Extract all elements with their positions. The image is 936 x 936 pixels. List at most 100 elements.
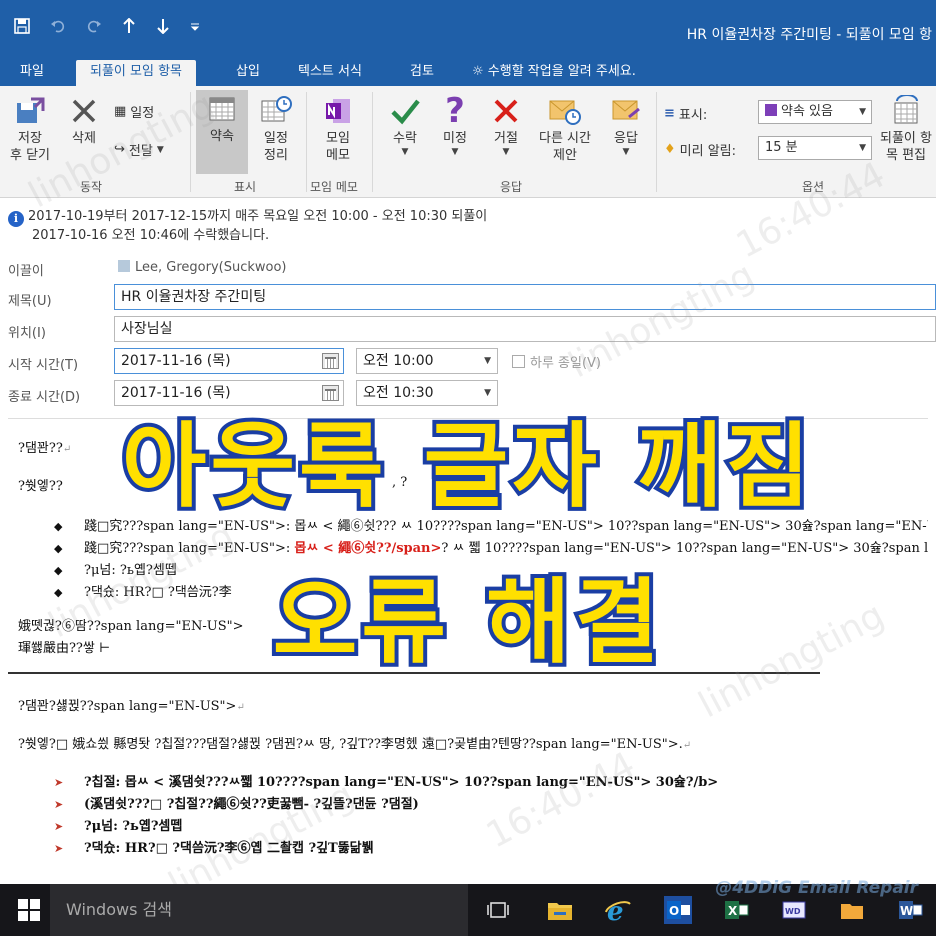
tentative-button[interactable]: ? 미정 ▼ — [432, 92, 478, 157]
svg-text:X: X — [728, 904, 738, 918]
group-divider — [190, 92, 191, 192]
start-time-select[interactable]: 오전 10:00 ▼ — [356, 348, 498, 374]
edit-recurrence-button[interactable]: 되풀이 항 목 편집 — [876, 92, 936, 164]
file-explorer-icon[interactable] — [546, 896, 574, 924]
onenote-icon — [312, 92, 364, 130]
chevron-down-icon: ▼ — [156, 144, 164, 155]
app-icon[interactable]: WD — [780, 896, 808, 924]
show-as-icon: ≡ — [664, 106, 675, 121]
chevron-down-icon: ▼ — [859, 143, 866, 153]
chevron-down-icon: ▼ — [502, 147, 510, 157]
excel-icon[interactable]: X — [722, 896, 750, 924]
tab-review[interactable]: 검토 — [410, 60, 434, 86]
group-divider — [656, 92, 657, 192]
list-item: ➤ ?μ넘: ?ь옙?셈뗍 — [54, 819, 183, 834]
accept-button[interactable]: 수락 ▼ — [380, 92, 430, 157]
start-time-label: 시작 시간(T) — [8, 358, 79, 373]
arrow-up-icon[interactable] — [122, 18, 136, 34]
brand-watermark: @4DDiG Email Repair — [715, 878, 918, 898]
body-line: ?쒓엫?□ 娥쇼씠 縣명돳 ?칩절???댐절?섏뀑 ?댐꿘?ㅆ 땅, ?깊T??… — [18, 737, 692, 752]
lightbulb-icon: ☼ — [472, 64, 484, 79]
group-label-respond: 응답 — [500, 180, 523, 194]
end-date-field[interactable]: 2017-11-16 (목) — [114, 380, 344, 406]
checkbox-box — [512, 355, 525, 368]
word-icon[interactable]: W — [896, 896, 924, 924]
reminder-label: ♦ 미리 알림: — [664, 142, 737, 159]
window-title: HR 이율권차장 주간미팅 - 되풀이 모임 항 — [686, 27, 932, 43]
group-divider — [372, 92, 373, 192]
all-day-checkbox[interactable]: 하루 종일(V) — [512, 352, 601, 371]
tab-recurring-meeting[interactable]: 되풀이 모임 항목 — [76, 60, 196, 86]
taskbar-search-box[interactable]: Windows 검색 — [50, 884, 468, 936]
forward-icon: ↪ — [114, 142, 125, 157]
chevron-down-icon: ▼ — [451, 147, 459, 157]
ribbon-tab-bar: 파일 되풀이 모임 항목 삽입 텍스트 서식 검토 ☼ 수행할 작업을 알려 주… — [0, 56, 936, 86]
organizer-value: Lee, Gregory(Suckwoo) — [118, 260, 287, 275]
info-bar: i 2017-10-19부터 2017-12-15까지 매주 목요일 오전 10:… — [8, 208, 487, 244]
title-bar: HR 이율권차장 주간미팅 - 되풀이 모임 항 — [0, 0, 936, 60]
body-line: ?댐꽌?섏뀑??span lang="EN-US">↵ — [18, 699, 245, 714]
undo-icon[interactable] — [50, 18, 66, 34]
end-time-label: 종료 시간(D) — [8, 390, 81, 405]
show-as-dropdown[interactable]: 약속 있음 ▼ — [758, 100, 872, 124]
internet-explorer-icon[interactable]: e — [604, 896, 632, 927]
svg-text:WD: WD — [785, 907, 801, 916]
info-icon: i — [8, 211, 24, 227]
save-icon[interactable] — [14, 18, 30, 34]
reminder-dropdown[interactable]: 15 분 ▼ — [758, 136, 872, 160]
headline-line-2: 오류 해결 — [269, 565, 664, 680]
recurrence-icon — [876, 92, 936, 130]
calendar-small-icon: ▦ — [114, 104, 127, 119]
windows-start-icon[interactable] — [18, 899, 40, 921]
appointment-button[interactable]: 약속 — [196, 90, 248, 174]
checkmark-icon — [380, 92, 430, 130]
group-label-actions: 동작 — [80, 180, 103, 194]
tab-insert[interactable]: 삽입 — [236, 60, 260, 86]
tab-file[interactable]: 파일 — [20, 60, 44, 86]
svg-text:O: O — [669, 904, 679, 918]
outlook-icon[interactable]: O — [664, 896, 692, 924]
delete-button[interactable]: 삭제 — [60, 92, 108, 147]
subject-field[interactable]: HR 이율권차장 주간미팅 — [114, 284, 936, 310]
question-mark-icon: ? — [445, 91, 465, 131]
arrow-down-icon[interactable] — [156, 18, 170, 34]
chevron-down-icon: ▼ — [484, 356, 491, 366]
calendar-picker-icon[interactable] — [322, 353, 339, 369]
organizer-label: 이끌이 — [8, 264, 44, 279]
schedule-button[interactable]: ▦ 일정 — [114, 102, 154, 121]
respond-button[interactable]: 응답 ▼ — [602, 92, 650, 157]
chevron-down-icon: ▼ — [484, 388, 491, 398]
tab-format-text[interactable]: 텍스트 서식 — [298, 60, 362, 86]
location-label: 위치(I) — [8, 326, 46, 341]
scheduling-icon — [252, 92, 300, 130]
save-close-icon — [4, 92, 56, 130]
calendar-picker-icon[interactable] — [322, 385, 339, 401]
ribbon: 저장 후 닫기 삭제 ▦ 일정 ↪ 전달 ▼ 동작 약속 일정 정리 표시 모임… — [0, 86, 936, 198]
meeting-notes-button[interactable]: 모임 메모 — [312, 92, 364, 164]
scheduling-button[interactable]: 일정 정리 — [252, 92, 300, 164]
list-item: ➤ ?댁슜: HR?□ ?댁씀沅?李⑥옙 二촬캡 ?깊T뚫닮뷁 — [54, 841, 374, 856]
location-field[interactable]: 사장님실 — [114, 316, 936, 342]
group-label-meeting-notes: 모임 메모 — [310, 180, 358, 194]
folder-app-icon[interactable] — [838, 896, 866, 924]
forward-button[interactable]: ↪ 전달 ▼ — [114, 140, 164, 159]
list-item: ➤ ?칩절: 몹ㅆ < 溪댐쉿???ㅆ쩳 10????span lang="EN-… — [54, 775, 719, 790]
svg-text:e: e — [607, 897, 624, 924]
quick-access-toolbar — [14, 18, 200, 34]
start-date-field[interactable]: 2017-11-16 (목) — [114, 348, 344, 374]
bell-icon: ♦ — [664, 142, 676, 157]
task-view-icon[interactable] — [484, 896, 512, 924]
tell-me-search[interactable]: ☼ 수행할 작업을 알려 주세요. — [472, 60, 636, 86]
customize-qat-icon[interactable] — [190, 21, 200, 31]
propose-new-time-button[interactable]: 다른 시간 제안 — [532, 92, 598, 164]
calendar-grid-icon — [196, 90, 248, 128]
chevron-down-icon: ▼ — [859, 107, 866, 117]
redo-icon[interactable] — [86, 18, 102, 34]
busy-color-swatch — [765, 104, 777, 116]
subject-label: 제목(U) — [8, 294, 52, 309]
group-label-options: 옵션 — [802, 180, 825, 194]
end-time-select[interactable]: 오전 10:30 ▼ — [356, 380, 498, 406]
decline-button[interactable]: 거절 ▼ — [482, 92, 530, 157]
save-close-button[interactable]: 저장 후 닫기 — [4, 92, 56, 164]
chevron-down-icon: ▼ — [401, 147, 409, 157]
